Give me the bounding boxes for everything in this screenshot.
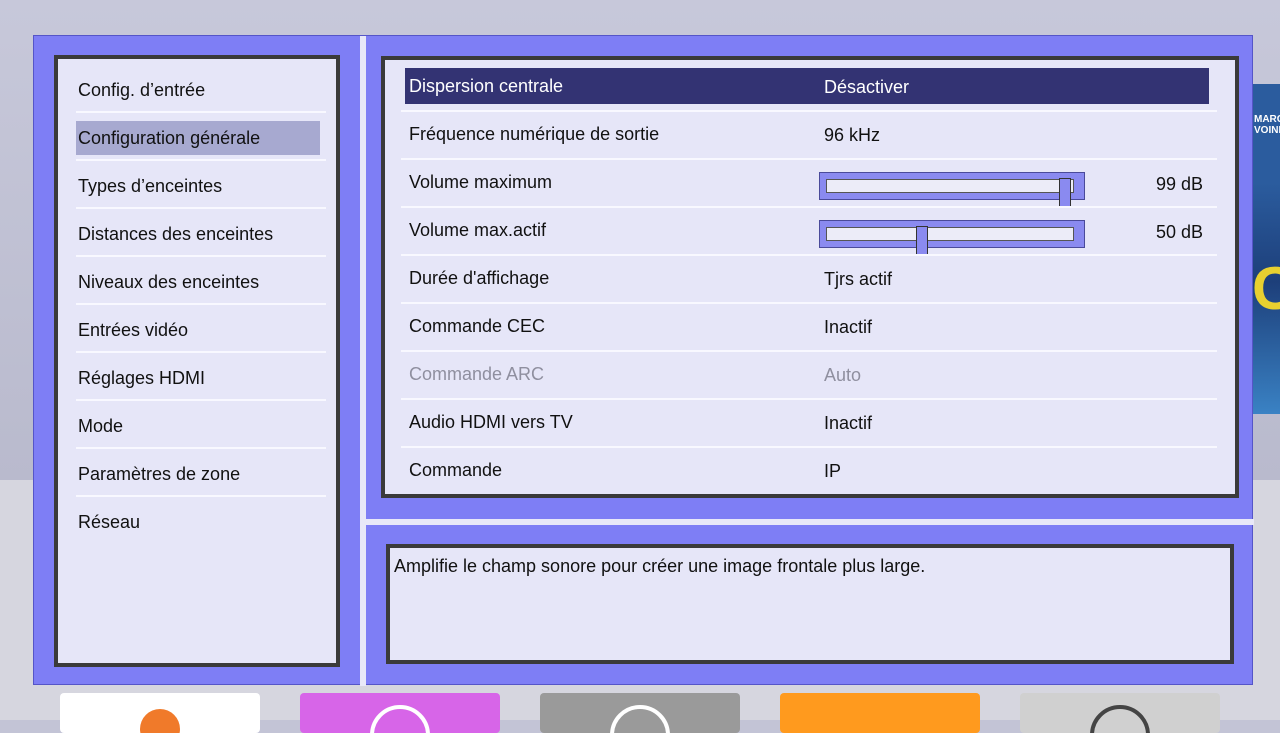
help-panel: Amplifie le champ sonore pour créer une …: [386, 544, 1234, 664]
slider-track: [826, 226, 1074, 256]
menu-divider: [76, 447, 326, 449]
setting-label: Volume max.actif: [409, 220, 547, 240]
row-divider: [401, 206, 1217, 208]
menu-divider: [76, 495, 326, 497]
panel-separator: [360, 36, 366, 686]
setting-row-hdmi-audio-to-tv[interactable]: Audio HDMI vers TV Inactif: [405, 404, 1213, 444]
setting-value: Tjrs actif: [824, 269, 893, 289]
menu-item-input-config[interactable]: Config. d’entrée: [76, 73, 326, 107]
menu-item-speaker-levels[interactable]: Niveaux des enceintes: [76, 265, 326, 299]
setting-label: Commande: [409, 460, 503, 480]
max-volume-slider[interactable]: [819, 172, 1085, 208]
menu-item-network[interactable]: Réseau: [76, 505, 326, 539]
menu-item-general-config[interactable]: Configuration générale: [76, 121, 320, 155]
setting-value: 99 dB: [1155, 174, 1203, 194]
menu-divider: [76, 399, 326, 401]
setting-row-control[interactable]: Commande IP: [405, 452, 1213, 492]
setting-value: Désactiver: [824, 77, 910, 97]
poster-text: MARC VOINE: [1254, 114, 1280, 136]
app-tile-2[interactable]: [300, 693, 500, 733]
menu-item-zone-settings[interactable]: Paramètres de zone: [76, 457, 326, 491]
category-menu: Config. d’entrée Configuration générale …: [54, 55, 340, 667]
slider-track: [826, 178, 1074, 208]
menu-item-hdmi-settings[interactable]: Réglages HDMI: [76, 361, 326, 395]
row-divider: [401, 302, 1217, 304]
background-poster: MARC VOINE C: [1252, 84, 1280, 414]
setting-label: Fréquence numérique de sortie: [409, 124, 660, 144]
setting-row-max-volume-active[interactable]: Volume max.actif 50 dB: [405, 212, 1213, 256]
help-text: Amplifie le champ sonore pour créer une …: [394, 556, 926, 576]
menu-divider: [76, 111, 326, 113]
setting-label: Volume maximum: [409, 172, 553, 192]
app-tile-4[interactable]: [780, 693, 980, 733]
menu-item-video-inputs[interactable]: Entrées vidéo: [76, 313, 326, 347]
row-divider: [401, 398, 1217, 400]
ring-icon: [610, 705, 670, 733]
setting-value: Inactif: [824, 317, 873, 337]
setting-row-cec-control[interactable]: Commande CEC Inactif: [405, 308, 1213, 348]
row-divider: [401, 446, 1217, 448]
panel-separator-horizontal: [366, 519, 1254, 525]
setting-label: Durée d'affichage: [409, 268, 550, 288]
menu-divider: [76, 303, 326, 305]
app-tile-5[interactable]: [1020, 693, 1220, 733]
row-divider: [401, 158, 1217, 160]
setting-value: Inactif: [824, 413, 873, 433]
setting-label: Commande ARC: [409, 364, 545, 384]
setting-label: Audio HDMI vers TV: [409, 412, 573, 432]
app-tile-3[interactable]: [540, 693, 740, 733]
menu-item-mode[interactable]: Mode: [76, 409, 326, 443]
setting-row-digital-output-frequency[interactable]: Fréquence numérique de sortie 96 kHz: [405, 116, 1213, 156]
setting-row-display-duration[interactable]: Durée d'affichage Tjrs actif: [405, 260, 1213, 300]
setting-value: Auto: [824, 365, 862, 385]
setting-row-center-spread[interactable]: Dispersion centrale Désactiver: [405, 68, 1209, 104]
row-divider: [401, 254, 1217, 256]
setup-menu-window: Config. d’entrée Configuration générale …: [33, 35, 1254, 686]
settings-panel: Dispersion centrale Désactiver Fréquence…: [381, 56, 1239, 498]
menu-item-speaker-distances[interactable]: Distances des enceintes: [76, 217, 326, 251]
poster-art: C: [1252, 255, 1280, 322]
slider-thumb[interactable]: [916, 226, 928, 256]
slider-thumb[interactable]: [1059, 178, 1071, 208]
app-tile-1[interactable]: [60, 693, 260, 733]
menu-divider: [76, 255, 326, 257]
menu-item-speaker-types[interactable]: Types d’enceintes: [76, 169, 326, 203]
menu-divider: [76, 207, 326, 209]
cloud-icon: [140, 709, 180, 733]
circle-icon: [370, 705, 430, 733]
row-divider: [401, 110, 1217, 112]
setting-label: Dispersion centrale: [409, 76, 564, 96]
setting-row-arc-control: Commande ARC Auto: [405, 356, 1213, 396]
setting-label: Commande CEC: [409, 316, 546, 336]
menu-divider: [76, 159, 326, 161]
setting-value: IP: [824, 461, 842, 481]
setting-value: 96 kHz: [824, 125, 881, 145]
row-divider: [401, 350, 1217, 352]
setting-row-max-volume[interactable]: Volume maximum 99 dB: [405, 164, 1213, 208]
max-volume-active-slider[interactable]: [819, 220, 1085, 256]
menu-divider: [76, 351, 326, 353]
setting-value: 50 dB: [1155, 222, 1203, 242]
gear-icon: [1090, 705, 1150, 733]
